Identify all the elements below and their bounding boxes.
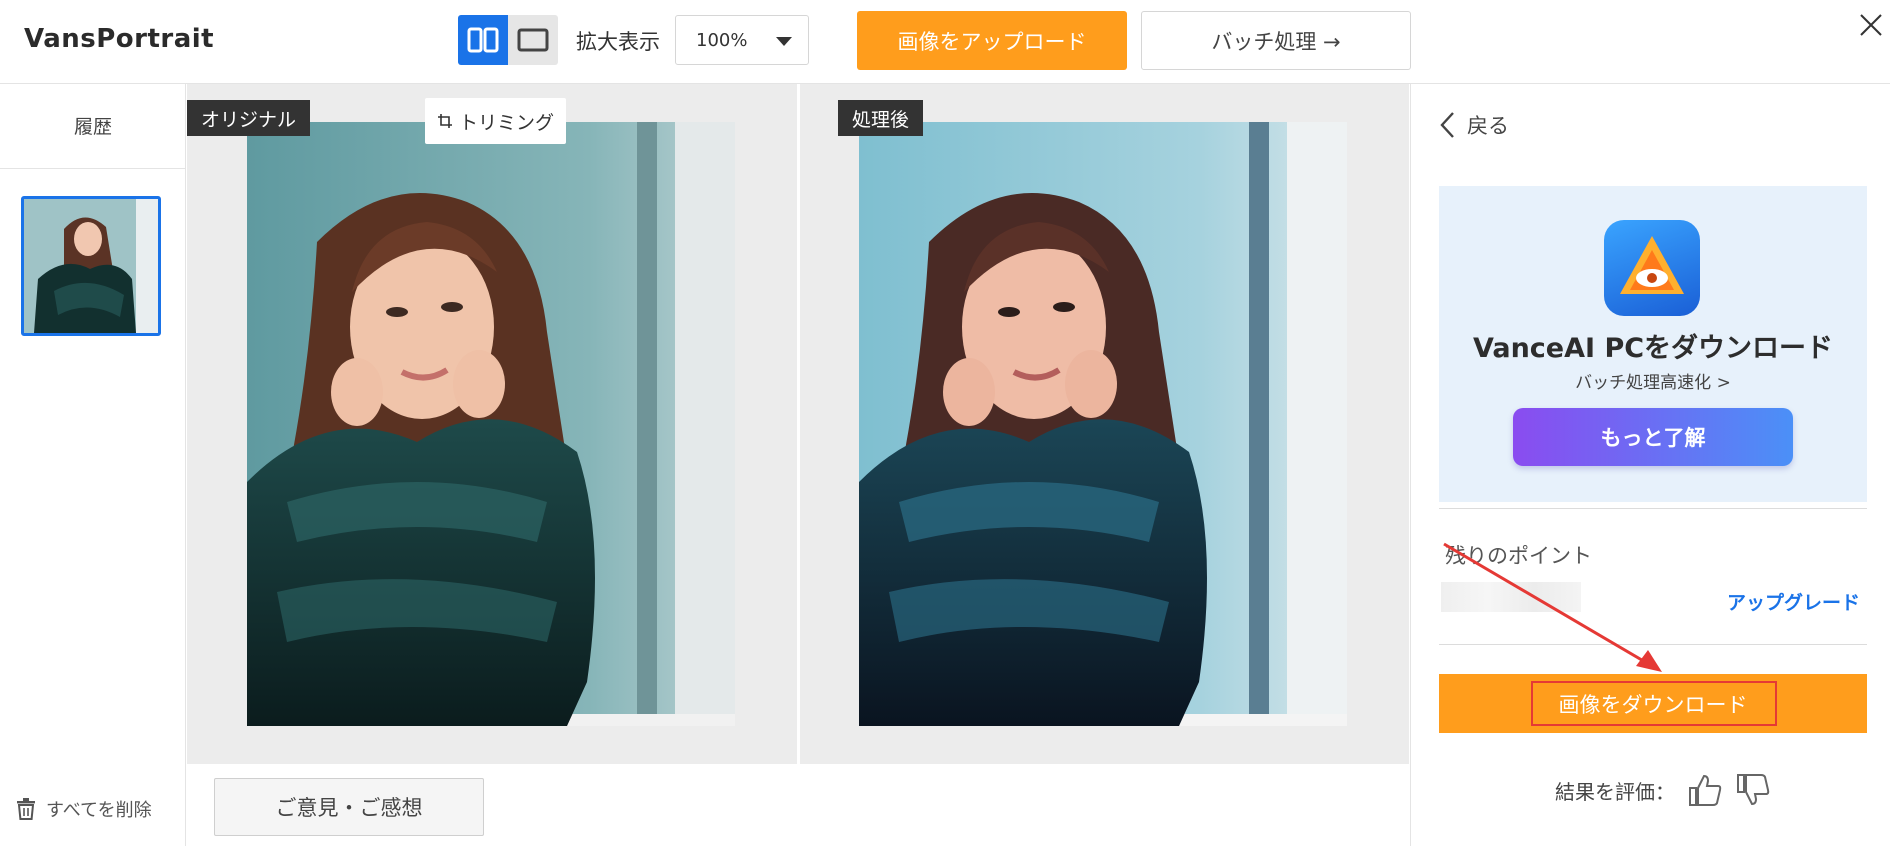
zoom-label: 拡大表示 bbox=[576, 30, 660, 54]
vanceai-app-icon bbox=[1604, 220, 1700, 316]
divider bbox=[1439, 508, 1867, 509]
batch-process-button[interactable]: バッチ処理 → bbox=[1141, 11, 1411, 70]
zoom-select[interactable]: 100% bbox=[675, 15, 809, 65]
annotation-arrow bbox=[1443, 542, 1662, 672]
close-icon[interactable] bbox=[1858, 12, 1884, 38]
learn-more-button[interactable]: もっと了解 bbox=[1513, 408, 1793, 466]
back-label: 戻る bbox=[1467, 114, 1509, 138]
highlight-box bbox=[1531, 681, 1777, 726]
rate-label: 結果を評価： bbox=[1555, 779, 1675, 804]
original-image bbox=[247, 122, 735, 726]
back-button[interactable]: 戻る bbox=[1439, 110, 1509, 140]
split-view-icon bbox=[467, 27, 499, 53]
trash-icon bbox=[17, 798, 35, 820]
app-logo: VansPortrait bbox=[24, 24, 215, 54]
split-view-button[interactable] bbox=[458, 15, 508, 65]
promo-title: VanceAI PCをダウンロード bbox=[1472, 333, 1834, 364]
single-view-button[interactable] bbox=[508, 15, 558, 65]
single-view-icon bbox=[517, 28, 549, 52]
rate-result: 結果を評価： bbox=[1555, 772, 1771, 808]
original-tag: オリジナル bbox=[187, 100, 311, 136]
trim-button[interactable]: トリミング bbox=[425, 98, 567, 144]
upload-image-button[interactable]: 画像をアップロード bbox=[857, 11, 1127, 70]
upgrade-link[interactable]: アップグレード bbox=[1727, 588, 1860, 615]
image-compare-area: オリジナル トリミング 処理後 bbox=[187, 84, 1409, 764]
promo-card: VanceAI PCをダウンロード バッチ処理高速化 > もっと了解 bbox=[1439, 186, 1867, 502]
feedback-button[interactable]: ご意見・ご感想 bbox=[214, 778, 484, 836]
divider bbox=[0, 168, 186, 169]
portrait-thumbnail-image bbox=[24, 199, 158, 333]
thumbs-up-icon[interactable] bbox=[1687, 772, 1723, 808]
processed-image bbox=[859, 122, 1347, 726]
promo-subtitle-link[interactable]: バッチ処理高速化 > bbox=[1439, 368, 1867, 393]
top-bar: VansPortrait 拡大表示 100% 画像をアップロード バッチ処理 → bbox=[0, 0, 1890, 84]
processed-portrait-image bbox=[859, 122, 1347, 726]
history-sidebar: 履歴 すべてを削除 bbox=[0, 84, 186, 846]
original-portrait-image bbox=[247, 122, 735, 726]
delete-all-button[interactable]: すべてを削除 bbox=[16, 796, 152, 822]
view-mode-toggle bbox=[458, 15, 558, 65]
zoom-value: 100% bbox=[696, 30, 748, 51]
trim-label: トリミング bbox=[459, 111, 555, 134]
download-image-button[interactable]: 画像をダウンロード bbox=[1439, 674, 1867, 733]
chevron-left-icon bbox=[1440, 112, 1454, 138]
processed-tag: 処理後 bbox=[838, 100, 924, 136]
compare-divider bbox=[797, 84, 800, 764]
history-title: 履歴 bbox=[73, 116, 112, 138]
history-thumbnail[interactable] bbox=[21, 196, 161, 336]
crop-icon bbox=[438, 114, 452, 128]
delete-all-label: すべてを削除 bbox=[46, 800, 152, 821]
right-panel: 戻る VanceAI PCをダウンロード バッチ処理高速化 > もっと了解 残り… bbox=[1410, 84, 1890, 846]
caret-down-icon bbox=[776, 37, 792, 46]
thumbs-down-icon[interactable] bbox=[1735, 772, 1771, 808]
